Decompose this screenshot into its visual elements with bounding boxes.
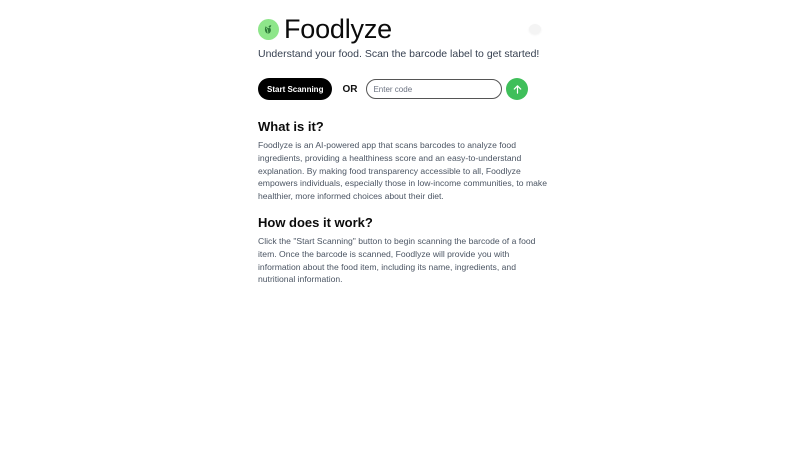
faint-dot-decoration [529,24,541,34]
scan-row: Start Scanning OR [258,78,548,100]
main-content: Foodlyze Understand your food. Scan the … [258,14,548,286]
or-label: OR [342,83,358,95]
brand-header: Foodlyze [258,14,548,44]
what-is-it-body: Foodlyze is an AI-powered app that scans… [258,140,547,202]
what-is-it-heading: What is it? [258,119,324,134]
how-it-works-heading: How does it work? [258,214,373,230]
app-title: Foodlyze [284,14,392,44]
submit-code-button[interactable] [506,78,529,100]
code-input[interactable] [366,79,503,99]
start-scanning-button[interactable]: Start Scanning [258,78,333,100]
arrow-up-icon [512,84,523,95]
leaf-icon [258,18,279,40]
how-it-works-body: Click the "Start Scanning" button to beg… [258,235,536,285]
tagline: Understand your food. Scan the barcode l… [258,48,540,60]
